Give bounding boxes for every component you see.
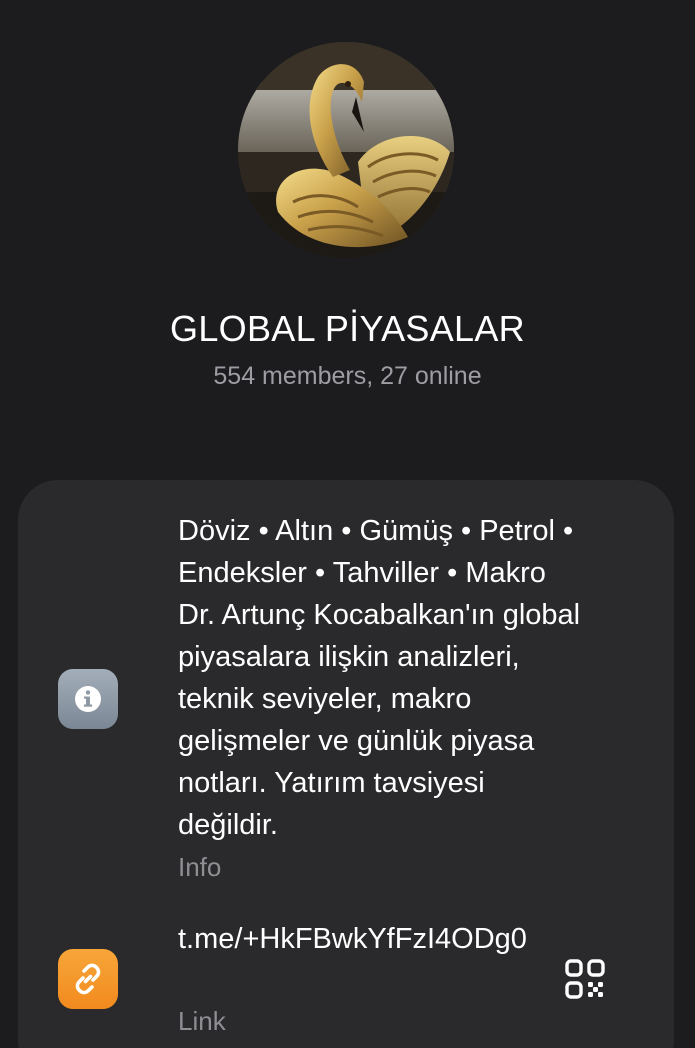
invite-link-url[interactable]: t.me/+HkFBwkYfFzI4ODg0 bbox=[178, 918, 528, 960]
group-avatar[interactable] bbox=[238, 42, 454, 258]
member-count-status: 554 members, 27 online bbox=[213, 362, 482, 390]
group-profile-page: GLOBAL PİYASALAR 554 members, 27 online … bbox=[0, 0, 695, 1048]
golden-swan-image bbox=[238, 42, 454, 258]
link-caption: Link bbox=[178, 1006, 226, 1036]
group-description: Döviz • Altın • Gümüş • Petrol • Endeksl… bbox=[178, 515, 581, 841]
group-title: GLOBAL PİYASALAR bbox=[170, 308, 525, 349]
group-info-card: Döviz • Altın • Gümüş • Petrol • Endeksl… bbox=[18, 480, 674, 1048]
qr-code-icon[interactable] bbox=[562, 956, 608, 1002]
info-caption: Info bbox=[178, 852, 222, 882]
link-icon bbox=[58, 949, 118, 1009]
info-icon bbox=[58, 669, 118, 729]
